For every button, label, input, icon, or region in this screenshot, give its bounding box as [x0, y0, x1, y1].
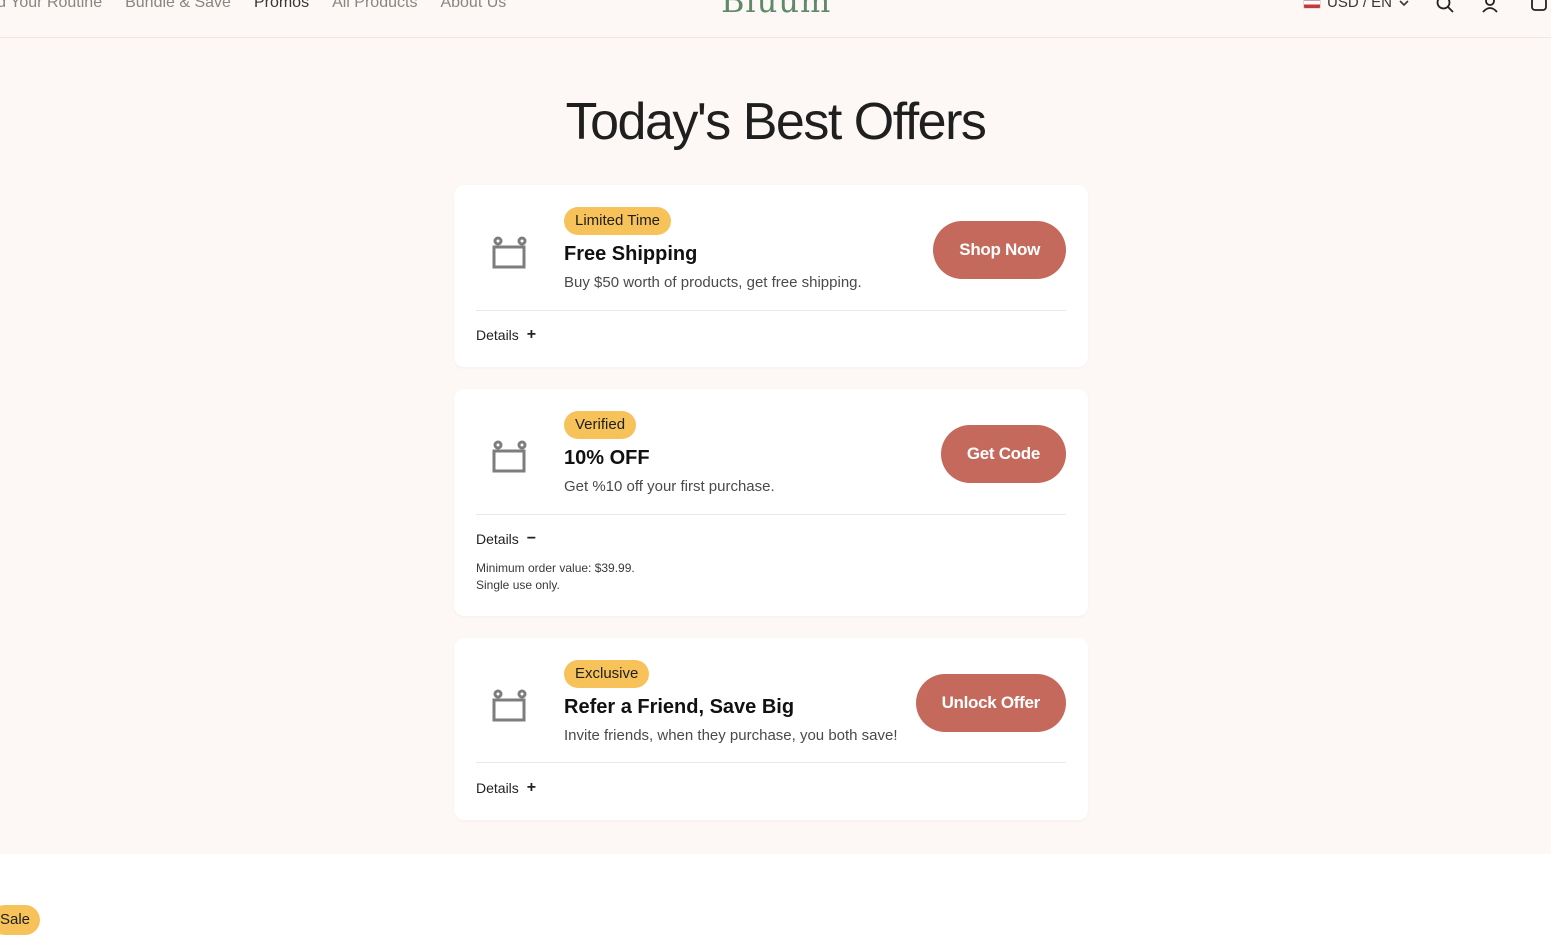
status-badge: Verified: [564, 411, 637, 439]
details-toggle[interactable]: Details +: [476, 779, 536, 797]
nav-item-promos[interactable]: Promos: [254, 0, 309, 12]
offers-section: Today's Best Offers Limited Time Free Sh…: [0, 38, 1551, 854]
offer-note: Minimum order value: $39.99.: [476, 561, 635, 575]
offer-title: 10% OFF: [564, 447, 650, 469]
brand-logo[interactable]: Bluum: [721, 0, 831, 20]
locale-selector[interactable]: USD / EN: [1303, 0, 1410, 11]
page-title: Today's Best Offers: [565, 93, 987, 151]
status-badge: Exclusive: [564, 660, 650, 688]
main-nav: ild Your Routine Bundle & Save Promos Al…: [0, 0, 506, 12]
us-flag-icon: [1303, 0, 1321, 9]
nav-item-all-products[interactable]: All Products: [332, 0, 417, 12]
status-badge: Limited Time: [564, 207, 672, 235]
nav-item-build-routine[interactable]: ild Your Routine: [0, 0, 102, 12]
chevron-down-icon: [1399, 0, 1409, 6]
minus-icon: −: [526, 530, 537, 547]
gift-box-icon: [492, 440, 527, 473]
card-divider: [476, 762, 1066, 763]
offer-card-10-off: Verified 10% OFF Get %10 off your first …: [454, 389, 1088, 616]
plus-icon: +: [526, 779, 537, 796]
get-code-button[interactable]: Get Code: [940, 425, 1066, 483]
offer-card-free-shipping: Limited Time Free Shipping Buy $50 worth…: [454, 185, 1088, 367]
account-icon[interactable]: [1479, 0, 1501, 14]
offer-description: Get %10 off your first purchase.: [564, 478, 775, 495]
details-toggle[interactable]: Details +: [476, 326, 536, 344]
details-toggle[interactable]: Details −: [476, 530, 536, 548]
nav-item-bundle-save[interactable]: Bundle & Save: [125, 0, 231, 12]
locale-label: USD / EN: [1327, 0, 1393, 11]
search-icon[interactable]: [1434, 0, 1456, 14]
offer-title: Refer a Friend, Save Big: [564, 696, 795, 718]
top-navigation-bar: ild Your Routine Bundle & Save Promos Al…: [0, 0, 1551, 38]
details-label: Details: [476, 780, 519, 796]
card-divider: [476, 514, 1066, 515]
unlock-offer-button[interactable]: Unlock Offer: [915, 674, 1066, 732]
offer-card-refer-friend: Exclusive Refer a Friend, Save Big Invit…: [454, 638, 1088, 820]
details-label: Details: [476, 531, 519, 547]
nav-item-about-us[interactable]: About Us: [440, 0, 506, 12]
sale-badge: Sale: [0, 905, 41, 935]
offer-description: Invite friends, when they purchase, you …: [564, 727, 898, 744]
offer-title: Free Shipping: [564, 243, 698, 265]
shop-now-button[interactable]: Shop Now: [933, 221, 1066, 279]
plus-icon: +: [526, 326, 537, 343]
gift-box-icon: [492, 236, 527, 269]
gift-box-icon: [492, 689, 527, 722]
cart-icon[interactable]: [1528, 0, 1550, 14]
offer-description: Buy $50 worth of products, get free ship…: [564, 274, 862, 291]
card-divider: [476, 310, 1066, 311]
offer-note: Single use only.: [476, 578, 560, 592]
details-label: Details: [476, 327, 519, 343]
offer-notes: Minimum order value: $39.99. Single use …: [476, 560, 635, 594]
